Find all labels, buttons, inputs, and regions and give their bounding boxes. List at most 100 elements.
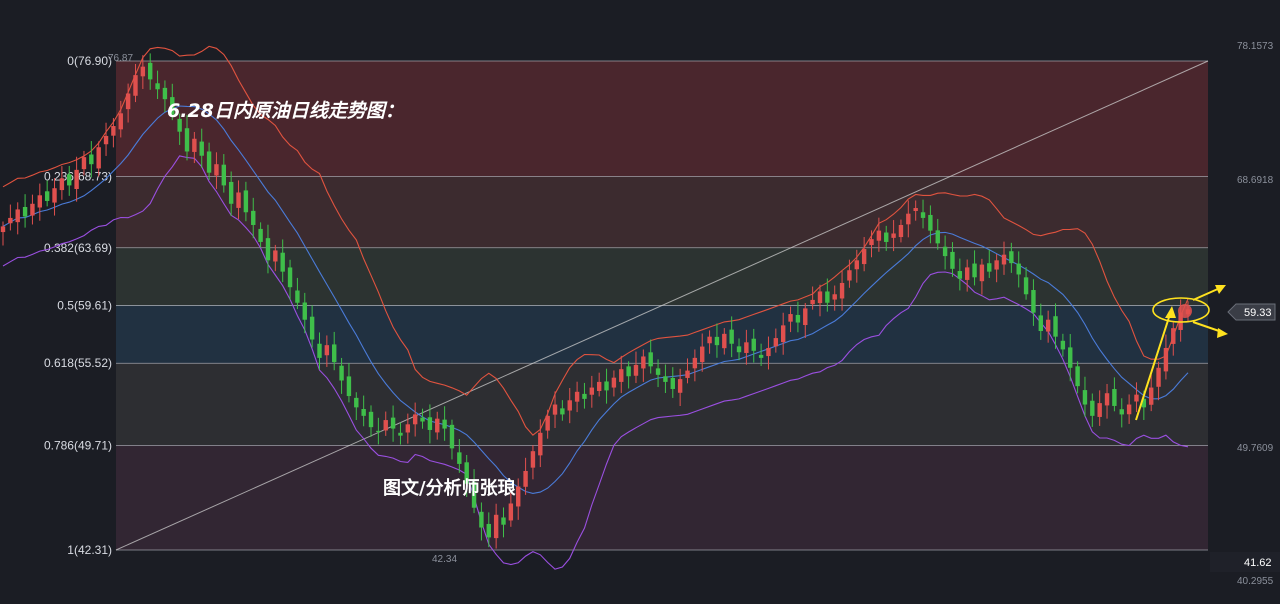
candle-body [780,325,786,343]
candle-body [251,210,256,225]
candle-body [611,377,617,388]
candle-body [619,369,624,382]
fib-band-0.786 [116,445,1208,550]
chart-credit: 图文/分析师张琅 [383,477,516,499]
candle-body [861,249,867,265]
candle-body [670,377,675,389]
candle-body [913,208,918,211]
bottom-price-label: 41.62 [1244,557,1272,569]
candle-body [582,393,587,399]
candle-body [1045,319,1051,332]
fib-label-0.786: 0.786(49.71) [44,438,112,452]
candle-body [803,308,808,326]
candle-body [751,338,756,351]
candle-body [412,414,418,425]
candle-body [265,238,271,261]
candle-body [501,517,506,525]
candle-body [714,336,720,346]
candle-body [898,224,904,238]
candle-body [1023,277,1029,295]
peak-label: 76.87 [108,53,133,64]
candle-body [52,188,57,203]
candle-body [795,314,801,323]
fib-label-1: 1(42.31) [67,543,112,557]
candle-body [111,126,116,136]
candle-body [368,411,374,428]
candle-body [1001,254,1007,265]
candle-body [1038,315,1043,332]
candle-body [847,270,852,281]
candle-body [206,151,212,173]
candle-body [258,228,263,242]
candle-body [486,523,491,538]
candle-body [0,226,6,233]
candle-body [192,138,197,152]
candle-body [1112,389,1117,406]
candle-body [530,451,536,468]
candle-body [574,391,580,402]
candle-body [1126,404,1132,415]
fib-label-0: 0(76.90) [67,54,112,68]
candle-body [604,381,609,391]
right-axis-label: 78.1573 [1237,41,1274,52]
candle-body [641,356,646,369]
candle-body [15,209,20,223]
candle-body [729,329,734,344]
candle-body [214,164,219,176]
candle-body [302,302,307,320]
candle-body [133,75,138,96]
candle-body [376,430,381,433]
candle-body [457,452,462,464]
candle-body [1090,400,1095,416]
candle-body [280,252,285,272]
fib-band-0.5 [116,305,1208,364]
candle-body [1171,328,1176,344]
candle-body [427,417,433,430]
candle-body [420,417,425,422]
candle-body [354,397,359,408]
candle-body [398,432,403,436]
candle-body [1148,387,1154,405]
candle-body [339,365,344,381]
current-price-tag: 59.33 [1227,303,1276,321]
candle-body [96,147,101,169]
candle-body [199,141,204,156]
candle-body [346,376,352,397]
candle-body [508,503,514,521]
right-axis-label: 68.6918 [1237,175,1274,186]
candle-body [596,381,602,392]
candle-body [891,233,896,238]
candle-body [361,408,366,416]
candle-body [295,290,300,303]
candle-body [74,169,79,189]
candle-body [30,203,35,216]
candle-body [935,230,940,244]
candle-body [140,66,146,77]
candle-body [655,368,661,375]
right-axis-label: 40.2955 [1237,576,1274,587]
candle-body [979,264,985,282]
candle-body [567,400,572,411]
candle-body [332,344,337,363]
candle-body [1016,263,1021,275]
candle-body [744,342,749,353]
candle-body [523,470,528,487]
candle-body [449,424,455,449]
candle-body [685,370,690,378]
candle-body [773,338,779,347]
candle-body [707,336,712,344]
candle-body [942,246,948,257]
right-axis-label: 49.7609 [1237,443,1274,454]
fib-label-0.618: 0.618(55.52) [44,356,112,370]
candle-body [1031,290,1036,313]
candle-body [589,387,595,395]
candle-body [1119,409,1124,415]
candle-body [236,192,241,208]
candle-body [405,424,411,433]
candle-body [825,291,830,303]
candle-body [626,366,631,377]
candle-body [118,113,123,130]
candle-body [8,217,13,224]
candle-body [516,486,521,507]
fib-band-0.382 [116,247,1208,306]
